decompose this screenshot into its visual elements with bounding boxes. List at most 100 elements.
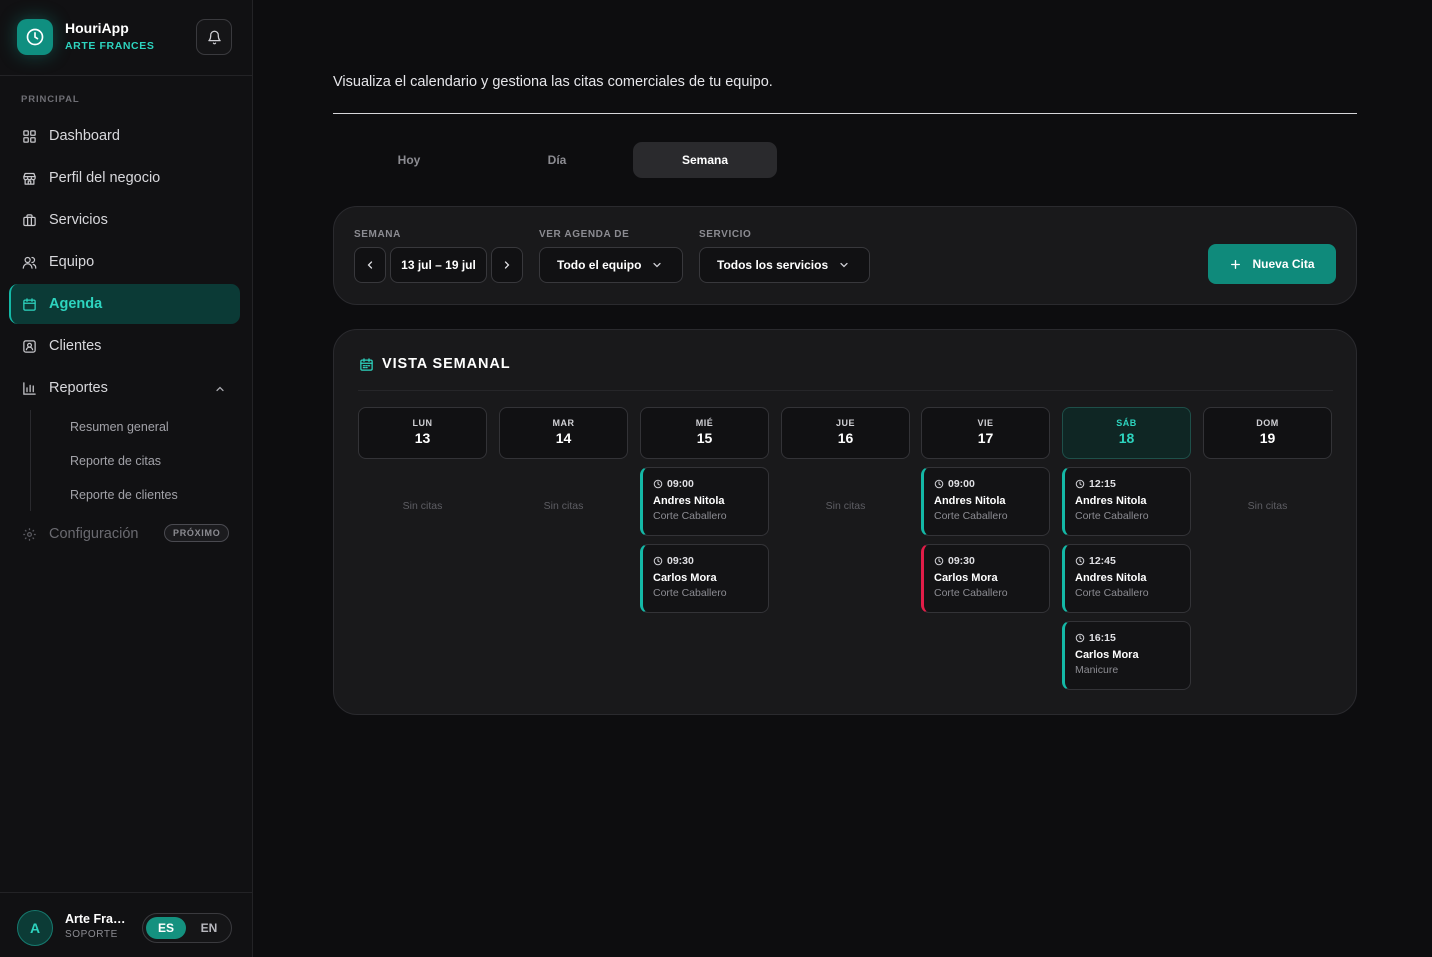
appointment-client: Andres Nitola — [653, 495, 725, 507]
day-header[interactable]: MAR 14 — [499, 407, 628, 459]
appointment-card[interactable]: 12:15 Andres Nitola Corte Caballero — [1062, 467, 1191, 536]
sidebar-item-label: Dashboard — [49, 128, 120, 144]
appointment-client: Andres Nitola — [934, 495, 1006, 507]
contact-icon — [21, 338, 37, 354]
appointment-client: Andres Nitola — [1075, 572, 1147, 584]
week-range[interactable]: 13 jul – 19 jul — [390, 247, 487, 283]
day-number: 14 — [555, 430, 572, 446]
sidebar-item-clients[interactable]: Clientes — [9, 326, 240, 366]
language-en-button[interactable]: EN — [191, 917, 227, 939]
service-select-value: Todos los servicios — [717, 258, 829, 272]
chevron-right-icon — [504, 261, 510, 269]
calendar-icon — [21, 296, 37, 312]
appointment-card[interactable]: 09:30 Carlos Mora Corte Caballero — [640, 544, 769, 613]
day-name: MAR — [552, 418, 575, 428]
appointment-card[interactable]: 09:30 Carlos Mora Corte Caballero — [921, 544, 1050, 613]
sidebar-item-team[interactable]: Equipo — [9, 242, 240, 282]
day-header[interactable]: VIE 17 — [921, 407, 1050, 459]
next-week-button[interactable] — [491, 247, 523, 283]
store-icon — [21, 170, 37, 186]
bar-chart-icon — [21, 380, 37, 396]
agenda-label: VER AGENDA DE — [539, 229, 630, 240]
user-bar: A Arte Frances SOPORTE ES EN — [0, 892, 252, 957]
clock-icon — [1075, 556, 1085, 566]
sidebar-item-business-profile[interactable]: Perfil del negocio — [9, 158, 240, 198]
page-subtitle: Visualiza el calendario y gestiona las c… — [333, 74, 773, 90]
bell-icon — [207, 30, 221, 44]
day-number: 13 — [414, 430, 431, 446]
day-number: 16 — [837, 430, 854, 446]
coming-soon-badge: PRÓXIMO — [164, 524, 230, 542]
service-select[interactable]: Todos los servicios — [699, 247, 870, 283]
day-column: LUN 13 Sin citas — [358, 407, 487, 512]
language-es-button[interactable]: ES — [146, 917, 186, 939]
previous-week-button[interactable] — [354, 247, 386, 283]
notifications-button[interactable] — [196, 19, 232, 55]
sidebar-item-agenda[interactable]: Agenda — [9, 284, 240, 324]
no-appointments-text: Sin citas — [543, 500, 584, 512]
day-header[interactable]: JUE 16 — [781, 407, 910, 459]
tab-week[interactable]: Semana — [633, 142, 777, 178]
day-name: SÁB — [1116, 418, 1137, 428]
sidebar-item-label: Perfil del negocio — [49, 170, 161, 186]
clock-icon[interactable] — [17, 19, 53, 55]
tab-day[interactable]: Día — [485, 142, 629, 178]
users-icon — [21, 254, 37, 270]
appointment-time-value: 12:45 — [1089, 555, 1116, 567]
appointment-client: Carlos Mora — [653, 572, 717, 584]
appointment-time-value: 09:30 — [948, 555, 975, 567]
appointment-time-value: 12:15 — [1089, 478, 1116, 490]
day-name: DOM — [1256, 418, 1279, 428]
sidebar-item-label: Servicios — [49, 212, 108, 228]
clock-icon — [653, 556, 663, 566]
day-header[interactable]: SÁB 18 — [1062, 407, 1191, 459]
sidebar-subitem-clients-report[interactable]: Reporte de clientes — [70, 488, 178, 502]
day-header[interactable]: MIÉ 15 — [640, 407, 769, 459]
sidebar-item-label: Clientes — [49, 338, 102, 354]
team-select[interactable]: Todo el equipo — [539, 247, 683, 283]
day-column: VIE 17 09:00 Andres Nitola Corte Caballero 09… — [921, 407, 1050, 613]
filters-panel: SEMANA 13 jul – 19 jul VER AGENDA DE Tod… — [333, 206, 1357, 305]
appointment-card[interactable]: 12:45 Andres Nitola Corte Caballero — [1062, 544, 1191, 613]
no-appointments-text: Sin citas — [402, 500, 443, 512]
calendar-icon — [359, 357, 374, 377]
appointment-time: 09:00 — [653, 478, 768, 490]
header-divider — [333, 113, 1357, 114]
team-select-value: Todo el equipo — [557, 258, 642, 272]
appointment-service: Manicure — [1075, 664, 1119, 676]
tab-today[interactable]: Hoy — [337, 142, 481, 178]
appointment-service: Corte Caballero — [934, 587, 1008, 599]
sidebar-item-reports[interactable]: Reportes — [9, 368, 240, 408]
appointment-card[interactable]: 09:00 Andres Nitola Corte Caballero — [921, 467, 1050, 536]
sidebar-subitem-appointments-report[interactable]: Reporte de citas — [70, 454, 161, 468]
appointment-client: Carlos Mora — [1075, 649, 1139, 661]
brand-name: HouriApp — [65, 20, 129, 36]
day-header[interactable]: LUN 13 — [358, 407, 487, 459]
service-label: SERVICIO — [699, 229, 752, 240]
sidebar-subitem-summary[interactable]: Resumen general — [70, 420, 169, 434]
appointment-time: 09:00 — [934, 478, 1049, 490]
sidebar-item-services[interactable]: Servicios — [9, 200, 240, 240]
appointment-time: 12:45 — [1075, 555, 1190, 567]
clock-icon — [1075, 633, 1085, 643]
clock-icon — [934, 556, 944, 566]
appointment-card[interactable]: 16:15 Carlos Mora Manicure — [1062, 621, 1191, 690]
appointment-service: Corte Caballero — [653, 587, 727, 599]
user-role: SOPORTE — [65, 929, 118, 940]
calendar-title: VISTA SEMANAL — [382, 356, 511, 372]
appointment-card[interactable]: 09:00 Andres Nitola Corte Caballero — [640, 467, 769, 536]
nav-section-label: PRINCIPAL — [21, 94, 80, 105]
new-appointment-button[interactable]: Nueva Cita — [1208, 244, 1336, 284]
sidebar-item-label: Equipo — [49, 254, 95, 270]
avatar[interactable]: A — [17, 910, 53, 946]
clock-icon — [1075, 479, 1085, 489]
no-appointments-text: Sin citas — [1247, 500, 1288, 512]
sidebar-item-label: Configuración — [49, 526, 139, 542]
grid-icon — [21, 128, 37, 144]
brand-header: HouriApp ARTE FRANCES — [0, 0, 252, 76]
day-header[interactable]: DOM 19 — [1203, 407, 1332, 459]
chevron-up-icon[interactable] — [214, 382, 226, 400]
sidebar-item-dashboard[interactable]: Dashboard — [9, 116, 240, 156]
week-label: SEMANA — [354, 229, 401, 240]
day-number: 19 — [1259, 430, 1276, 446]
